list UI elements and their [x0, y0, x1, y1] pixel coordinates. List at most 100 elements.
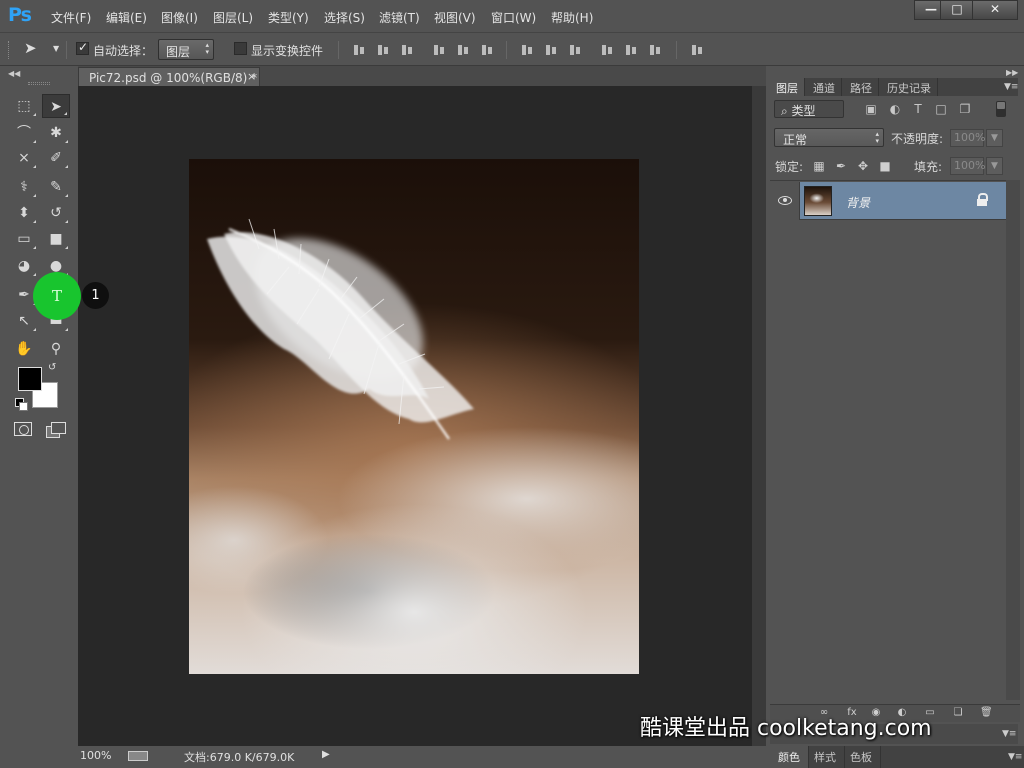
swap-colors-icon[interactable]: ↺	[48, 362, 56, 373]
menu-file[interactable]: 文件(F)	[51, 9, 91, 26]
tab-history[interactable]: 历史记录	[881, 78, 938, 96]
eyedropper-tool[interactable]: ✐	[42, 146, 70, 170]
move-tool[interactable]: ➤	[42, 94, 70, 118]
gradient-tool[interactable]: ■	[42, 227, 70, 251]
menu-help[interactable]: 帮助(H)	[551, 9, 593, 26]
tab-layers[interactable]: 图层	[770, 78, 805, 96]
align-bottom-icon[interactable]	[400, 43, 414, 57]
panel-menu-icon[interactable]: ▼≡	[1004, 82, 1018, 92]
lock-transparent-pixels-icon[interactable]: ▦	[812, 159, 826, 173]
menu-layer[interactable]: 图层(L)	[213, 9, 253, 26]
filter-shape-icon[interactable]: □	[934, 102, 948, 116]
rectangular-marquee-tool[interactable]: ⬚	[10, 94, 38, 118]
distribute-bottom-icon[interactable]	[568, 43, 582, 57]
default-colors-icon[interactable]	[15, 398, 28, 411]
close-icon[interactable]: ×	[247, 70, 256, 83]
collapse-panels-icon[interactable]: ▶▶	[1006, 68, 1018, 77]
auto-align-layers-icon[interactable]	[690, 43, 704, 57]
clone-stamp-tool[interactable]: ⬍	[10, 201, 38, 225]
layers-list	[770, 180, 1006, 700]
menu-edit[interactable]: 编辑(E)	[106, 9, 147, 26]
align-right-icon[interactable]	[480, 43, 494, 57]
blend-mode-select[interactable]: 正常 ▴ ▾	[774, 128, 884, 147]
distribute-right-icon[interactable]	[648, 43, 662, 57]
blur-tool-icon: ◕	[17, 258, 31, 274]
screen-mode-icon[interactable]	[46, 422, 66, 438]
filter-type-icon[interactable]: T	[911, 102, 925, 116]
move-tool-preset-icon[interactable]: ➤	[24, 39, 37, 57]
close-button[interactable]: ✕	[972, 0, 1018, 20]
lasso-tool-icon: ⌒	[17, 125, 31, 141]
layer-filter-select[interactable]: ⌕ 类型	[774, 100, 844, 118]
status-menu-arrow-icon[interactable]: ▶	[322, 749, 330, 760]
lasso-tool[interactable]: ⌒	[10, 121, 38, 145]
history-brush-tool[interactable]: ↺	[42, 201, 70, 225]
document-tab[interactable]: Pic72.psd @ 100%(RGB/8) * ×	[78, 67, 260, 86]
crop-tool[interactable]: ⨯	[10, 146, 38, 170]
filter-pixel-icon[interactable]: ▣	[864, 102, 878, 116]
blur-tool[interactable]: ◕	[10, 254, 38, 278]
fill-field[interactable]: 100%	[950, 157, 985, 175]
opacity-dropdown-icon[interactable]: ▼	[986, 129, 1003, 147]
panel-menu-icon[interactable]: ▼≡	[1002, 729, 1016, 739]
distribute-vcenter-icon[interactable]	[544, 43, 558, 57]
magic-wand-tool[interactable]: ✱	[42, 121, 70, 145]
filter-smart-object-icon[interactable]: ❐	[958, 102, 972, 116]
align-hcenter-icon[interactable]	[456, 43, 470, 57]
layer-visibility-toggle[interactable]	[770, 182, 800, 220]
layer-name[interactable]: 背景	[846, 194, 870, 211]
new-layer-icon[interactable]: ❏	[952, 707, 964, 719]
align-top-icon[interactable]	[352, 43, 366, 57]
filter-toggle[interactable]	[996, 101, 1006, 117]
tab-color[interactable]: 颜色	[770, 746, 809, 768]
tools-panel: ◀◀ ⬚ ➤ ⌒ ✱ ⨯ ✐ ⚕ ✎ ⬍ ↺ ▭ ■ ◕ ● ✒ T ↖ ▬ ✋…	[0, 66, 78, 768]
toolbox-grip[interactable]	[28, 82, 50, 85]
crop-tool-icon: ⨯	[18, 150, 30, 166]
canvas-vertical-scrollbar[interactable]	[752, 86, 766, 746]
path-selection-tool[interactable]: ↖	[10, 309, 38, 333]
menu-window[interactable]: 窗口(W)	[491, 9, 536, 26]
auto-select-label: 自动选择：	[93, 44, 154, 58]
maximize-button[interactable]: □	[940, 0, 974, 20]
layers-scrollbar[interactable]	[1006, 180, 1020, 700]
align-left-icon[interactable]	[432, 43, 446, 57]
tab-paths[interactable]: 路径	[844, 78, 879, 96]
collapse-toolbox-icon[interactable]: ◀◀	[8, 69, 20, 78]
filter-adjustment-icon[interactable]: ◐	[888, 102, 902, 116]
healing-brush-tool[interactable]: ⚕	[10, 175, 38, 199]
delete-layer-icon[interactable]: 🗑	[980, 707, 993, 719]
menu-select[interactable]: 选择(S)	[324, 9, 365, 26]
eraser-tool[interactable]: ▭	[10, 227, 38, 251]
brush-tool[interactable]: ✎	[42, 175, 70, 199]
zoom-level[interactable]: 100%	[80, 749, 111, 762]
menu-filter[interactable]: 滤镜(T)	[379, 9, 420, 26]
hand-tool-icon: ✋	[15, 341, 33, 357]
opacity-field[interactable]: 100%	[950, 129, 985, 147]
fill-dropdown-icon[interactable]: ▼	[986, 157, 1003, 175]
distribute-hcenter-icon[interactable]	[624, 43, 638, 57]
quick-mask-icon[interactable]	[14, 422, 32, 436]
hand-tool[interactable]: ✋	[10, 337, 38, 361]
panel-menu-icon[interactable]: ▼≡	[1008, 752, 1022, 762]
align-vcenter-icon[interactable]	[376, 43, 390, 57]
distribute-left-icon[interactable]	[600, 43, 614, 57]
menu-type[interactable]: 类型(Y)	[268, 9, 309, 26]
chevron-down-icon[interactable]: ▼	[53, 44, 59, 53]
layer-row[interactable]: 背景	[770, 182, 1006, 220]
zoom-tool[interactable]: ⚲	[42, 337, 70, 361]
lock-image-pixels-icon[interactable]: ✒	[834, 159, 848, 173]
tab-swatches[interactable]: 色板	[842, 746, 881, 768]
menu-view[interactable]: 视图(V)	[434, 9, 476, 26]
rectangular-marquee-tool-icon: ⬚	[17, 98, 31, 114]
tab-styles[interactable]: 样式	[806, 746, 845, 768]
document-canvas[interactable]	[189, 159, 639, 674]
distribute-top-icon[interactable]	[520, 43, 534, 57]
auto-select-target-select[interactable]: 图层	[158, 39, 214, 60]
tab-channels[interactable]: 通道	[807, 78, 842, 96]
show-transform-checkbox[interactable]	[234, 42, 247, 55]
menu-image[interactable]: 图像(I)	[161, 9, 198, 26]
foreground-color-swatch[interactable]	[18, 367, 42, 391]
auto-select-checkbox[interactable]	[76, 40, 89, 55]
lock-position-icon[interactable]: ✥	[856, 159, 870, 173]
lock-all-icon[interactable]: ■	[878, 159, 892, 173]
